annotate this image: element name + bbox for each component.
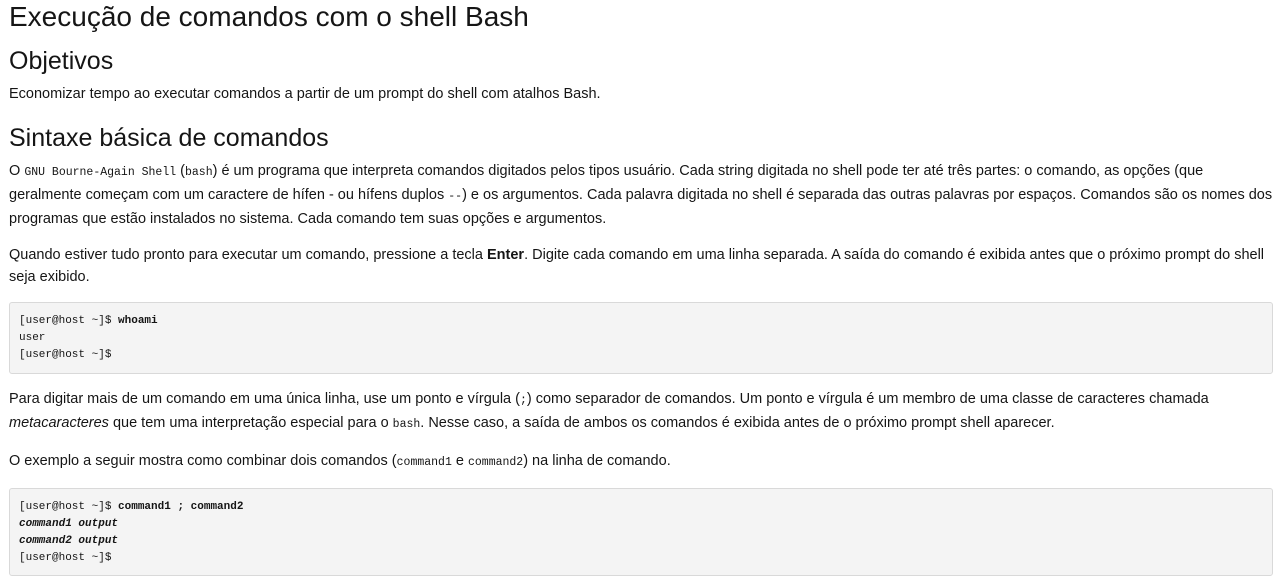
prompt: [user@host ~]$ bbox=[19, 501, 119, 513]
code-block-combined: [user@host ~]$ command1 ; command2 comman… bbox=[9, 488, 1273, 576]
prompt: [user@host ~]$ bbox=[19, 315, 119, 327]
inline-code: -- bbox=[448, 190, 463, 203]
syntax-heading: Sintaxe básica de comandos bbox=[9, 124, 329, 152]
page-title: Execução de comandos com o shell Bash bbox=[9, 1, 529, 32]
prompt: [user@host ~]$ bbox=[19, 552, 112, 564]
inline-code: command1 bbox=[396, 456, 452, 469]
output-line: command1 output bbox=[19, 518, 119, 530]
inline-code: GNU Bourne-Again Shell bbox=[24, 166, 177, 179]
key-name: Enter bbox=[486, 247, 525, 263]
code-block-whoami: [user@host ~]$ whoami user [user@host ~]$ bbox=[9, 302, 1273, 374]
syntax-paragraph-2: Quando estiver tudo pronto para executar… bbox=[9, 247, 1265, 285]
syntax-paragraph-3: Para digitar mais de um comando em uma ú… bbox=[9, 391, 1209, 431]
document-page: Execução de comandos com o shell Bash Ob… bbox=[0, 0, 1282, 576]
output-line: command2 output bbox=[19, 535, 119, 547]
objectives-text: Economizar tempo ao executar comandos a … bbox=[9, 86, 601, 102]
syntax-paragraph-1: O GNU Bourne-Again Shell (bash) é um pro… bbox=[9, 163, 1273, 227]
inline-code: command2 bbox=[467, 456, 524, 469]
command: whoami bbox=[118, 315, 158, 327]
inline-code: bash bbox=[185, 166, 213, 179]
inline-code: ; bbox=[519, 394, 527, 407]
output-line: user bbox=[19, 332, 46, 344]
syntax-paragraph-4: O exemplo a seguir mostra como combinar … bbox=[9, 453, 671, 469]
term: metacaracteres bbox=[9, 415, 109, 431]
prompt: [user@host ~]$ bbox=[19, 349, 112, 361]
inline-code: bash bbox=[392, 418, 421, 431]
objectives-heading: Objetivos bbox=[9, 47, 114, 75]
command: command1 ; command2 bbox=[118, 501, 244, 513]
